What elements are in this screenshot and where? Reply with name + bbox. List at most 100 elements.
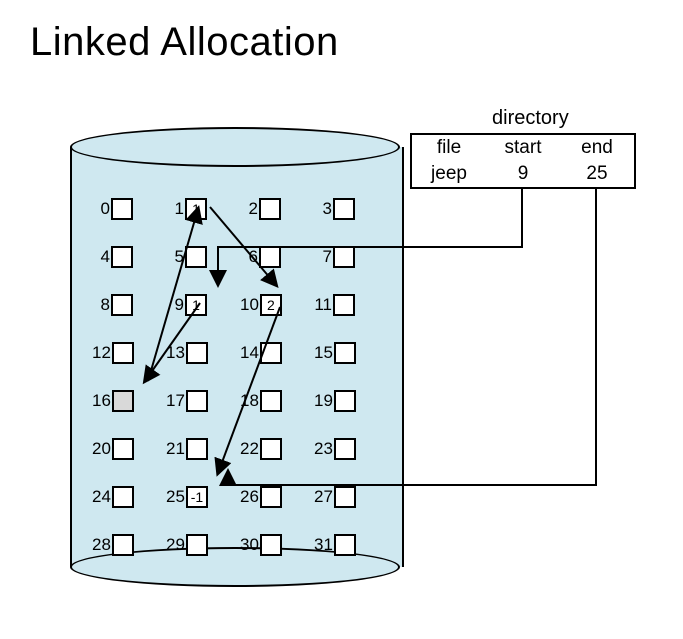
block-row: 0 1123 <box>92 185 388 233</box>
block-cell: 18 <box>240 390 314 412</box>
disk-block: 1 <box>185 294 207 316</box>
disk-block <box>334 534 356 556</box>
block-row: 16171819 <box>92 377 388 425</box>
block-number: 14 <box>240 343 259 363</box>
block-row: 20 21 22 23 <box>92 425 388 473</box>
block-number: 7 <box>314 247 332 267</box>
block-number: 21 <box>166 439 185 459</box>
disk-block <box>112 390 134 412</box>
disk-block <box>260 390 282 412</box>
block-cell: 11 <box>166 198 240 220</box>
block-number: 20 <box>92 439 111 459</box>
block-number: 9 <box>166 295 184 315</box>
disk-block-grid: 0112345678911021112131415161718192021222… <box>92 185 388 569</box>
block-cell: 24 <box>92 486 166 508</box>
block-number: 19 <box>314 391 333 411</box>
disk-block <box>112 534 134 556</box>
directory-label: directory <box>492 107 569 130</box>
block-cell: 30 <box>240 534 314 556</box>
disk-block <box>260 438 282 460</box>
block-number: 25 <box>166 487 185 507</box>
block-number: 30 <box>240 535 259 555</box>
block-number: 23 <box>314 439 333 459</box>
block-number: 27 <box>314 487 333 507</box>
block-number: 29 <box>166 535 185 555</box>
block-row: 2829 30 31 <box>92 521 388 569</box>
block-cell: 19 <box>314 390 388 412</box>
directory-table: file start end jeep 9 25 <box>410 133 636 189</box>
disk-block <box>112 486 134 508</box>
disk-block <box>333 294 355 316</box>
block-cell: 12 <box>92 342 166 364</box>
block-number: 10 <box>240 295 259 315</box>
block-cell: 13 <box>166 342 240 364</box>
block-cell: 8 <box>92 294 166 316</box>
block-number: 6 <box>240 247 258 267</box>
block-number: 15 <box>314 343 333 363</box>
block-number: 1 <box>166 199 184 219</box>
block-cell: 27 <box>314 486 388 508</box>
block-cell: 23 <box>314 438 388 460</box>
disk-block <box>333 198 355 220</box>
disk-block <box>259 198 281 220</box>
block-cell: 3 <box>314 198 388 220</box>
disk-block <box>111 294 133 316</box>
block-number: 3 <box>314 199 332 219</box>
disk-block <box>334 486 356 508</box>
disk-block <box>260 486 282 508</box>
block-row: 89110211 <box>92 281 388 329</box>
block-number: 8 <box>92 295 110 315</box>
block-number: 5 <box>166 247 184 267</box>
block-number: 11 <box>314 295 332 315</box>
disk-block <box>334 342 356 364</box>
block-cell: 26 <box>240 486 314 508</box>
disk-block: 2 <box>260 294 282 316</box>
directory-header-start: start <box>486 135 560 161</box>
block-cell: 28 <box>92 534 166 556</box>
disk-block: -1 <box>186 486 208 508</box>
block-cell: 7 <box>314 246 388 268</box>
block-cell: 102 <box>240 294 314 316</box>
block-number: 26 <box>240 487 259 507</box>
block-cell: 91 <box>166 294 240 316</box>
block-number: 31 <box>314 535 333 555</box>
block-cell: 22 <box>240 438 314 460</box>
block-number: 16 <box>92 391 111 411</box>
disk-block <box>260 342 282 364</box>
page-title: Linked Allocation <box>30 20 653 65</box>
block-cell: 15 <box>314 342 388 364</box>
block-row: 1213 14 15 <box>92 329 388 377</box>
disk-block <box>186 438 208 460</box>
block-cell: 6 <box>240 246 314 268</box>
block-number: 18 <box>240 391 259 411</box>
disk-block <box>112 342 134 364</box>
block-cell: 2 <box>240 198 314 220</box>
disk-block <box>111 246 133 268</box>
block-number: 13 <box>166 343 185 363</box>
diagram-stage: 0112345678911021112131415161718192021222… <box>30 85 650 615</box>
disk-block <box>112 438 134 460</box>
disk-block <box>334 438 356 460</box>
disk-block <box>186 342 208 364</box>
block-cell: 14 <box>240 342 314 364</box>
block-number: 24 <box>92 487 111 507</box>
block-cell: 25-1 <box>166 486 240 508</box>
disk-block <box>334 390 356 412</box>
disk-block <box>333 246 355 268</box>
block-cell: 29 <box>166 534 240 556</box>
block-number: 22 <box>240 439 259 459</box>
disk-block <box>111 198 133 220</box>
disk-block <box>260 534 282 556</box>
block-number: 0 <box>92 199 110 219</box>
block-row: 2425-12627 <box>92 473 388 521</box>
disk-block <box>185 246 207 268</box>
directory-file-end: 25 <box>560 161 634 187</box>
block-cell: 16 <box>92 390 166 412</box>
disk-block <box>259 246 281 268</box>
block-cell: 5 <box>166 246 240 268</box>
directory-file-name: jeep <box>412 161 486 187</box>
block-cell: 0 <box>92 198 166 220</box>
block-cell: 4 <box>92 246 166 268</box>
directory-header-file: file <box>412 135 486 161</box>
block-cell: 20 <box>92 438 166 460</box>
